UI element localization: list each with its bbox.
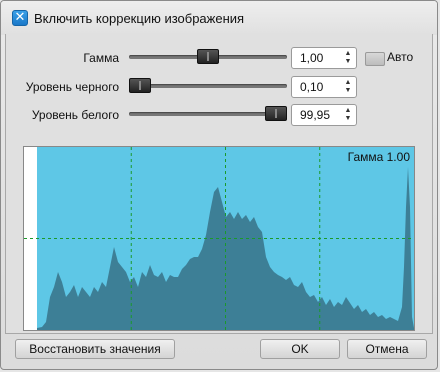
gamma-label: Гамма	[83, 51, 119, 65]
dialog-header: ✕ Включить коррекцию изображения	[1, 1, 437, 35]
white-level-slider[interactable]	[129, 106, 287, 121]
image-correction-dialog: ✕ Включить коррекцию изображения Гамма 1…	[0, 0, 438, 370]
black-level-slider[interactable]	[129, 78, 287, 93]
white-level-value[interactable]: 99,95	[300, 108, 330, 122]
spinner-arrows-icon[interactable]: ▲ ▼	[343, 107, 353, 123]
enable-correction-label[interactable]: Включить коррекцию изображения	[34, 11, 244, 26]
black-level-spinbox[interactable]: 0,10 ▲ ▼	[291, 76, 357, 98]
white-level-label: Уровень белого	[31, 108, 119, 122]
ok-button[interactable]: OK	[260, 339, 340, 359]
spinner-arrows-icon[interactable]: ▲ ▼	[343, 79, 353, 95]
white-level-spinbox[interactable]: 99,95 ▲ ▼	[291, 104, 357, 126]
histogram-gamma-label: Гамма 1.00	[347, 150, 410, 164]
histogram-chart	[24, 147, 414, 330]
gamma-slider-thumb[interactable]	[197, 49, 219, 64]
cancel-button[interactable]: Отмена	[347, 339, 427, 359]
gamma-value[interactable]: 1,00	[300, 51, 323, 65]
black-level-label: Уровень черного	[25, 80, 119, 94]
white-level-slider-thumb[interactable]	[265, 106, 287, 121]
gamma-slider[interactable]	[129, 49, 287, 64]
gamma-spinbox[interactable]: 1,00 ▲ ▼	[291, 47, 357, 69]
spinner-arrows-icon[interactable]: ▲ ▼	[343, 50, 353, 66]
auto-checkbox[interactable]	[365, 52, 385, 66]
enable-correction-checkbox[interactable]: ✕	[12, 10, 28, 26]
checkmark-icon: ✕	[14, 10, 26, 25]
reset-button[interactable]: Восстановить значения	[15, 339, 175, 359]
auto-label[interactable]: Авто	[387, 50, 413, 64]
histogram-view: Гамма 1.00	[23, 146, 415, 331]
black-level-value[interactable]: 0,10	[300, 80, 323, 94]
black-level-slider-thumb[interactable]	[129, 78, 151, 93]
